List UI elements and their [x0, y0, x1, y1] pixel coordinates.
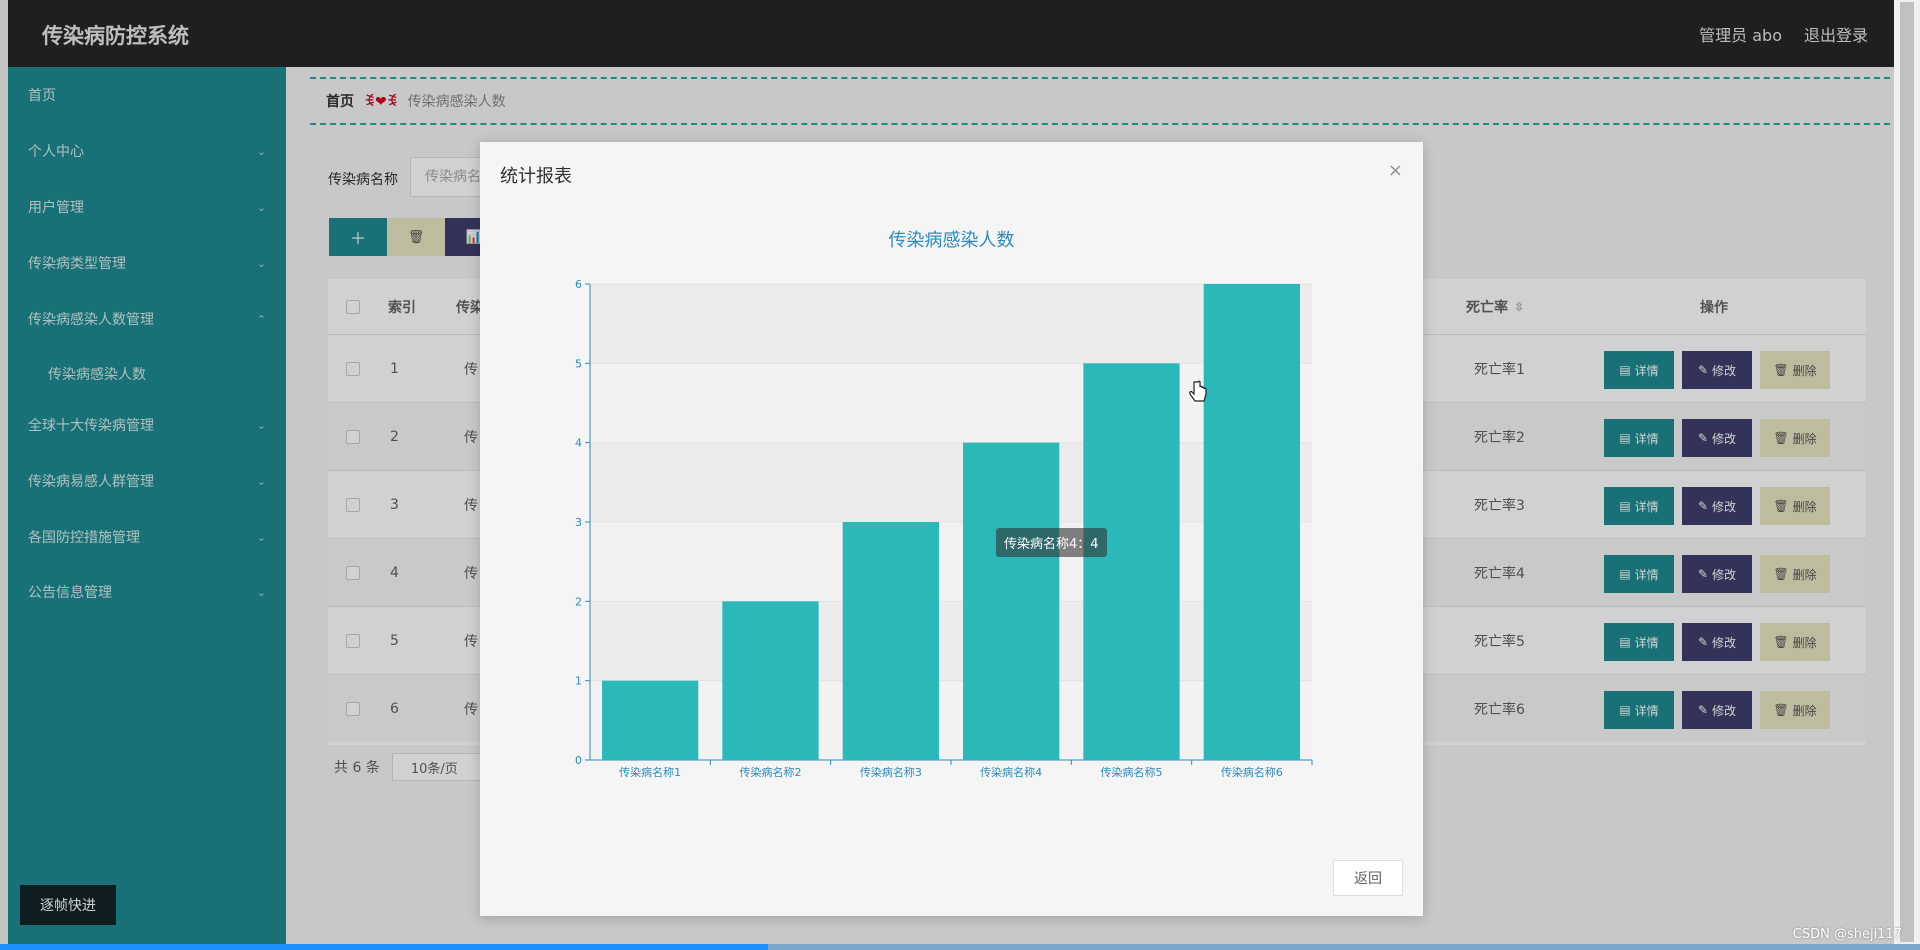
x-tick-label: 传染病名称5 — [1101, 765, 1163, 779]
scrollbar[interactable] — [1894, 0, 1920, 950]
progress-fill — [0, 944, 768, 950]
y-tick-label: 6 — [575, 278, 582, 291]
y-tick-label: 2 — [575, 595, 582, 608]
stats-dialog: 统计报表 × 传染病感染人数 0 1 2 3 4 5 6 传染病名称1 传染病名称2 传染病名称3… — [480, 142, 1423, 916]
grid-band — [590, 442, 1312, 522]
hand-cursor-icon — [1189, 380, 1207, 402]
chart-bar — [842, 522, 939, 760]
scrollbar-thumb[interactable] — [1900, 2, 1914, 942]
chart-bar — [722, 601, 819, 760]
y-tick-label: 3 — [575, 516, 582, 529]
chart-bar — [602, 680, 699, 760]
x-tick-label: 传染病名称1 — [619, 765, 681, 779]
chart-bar — [963, 442, 1060, 760]
y-tick-label: 1 — [575, 675, 582, 688]
bar-chart: 0 1 2 3 4 5 6 传染病名称1 传染病名称2 传染病名称3 传染病名称4 传染病名称5 传染病… — [575, 278, 1313, 779]
x-tick-label: 传染病名称3 — [860, 765, 922, 779]
y-tick-label: 0 — [575, 754, 582, 767]
x-tick-label: 传染病名称4 — [980, 765, 1042, 779]
x-tick-label: 传染病名称2 — [740, 765, 802, 779]
chart-tooltip: 传染病名称4：4 — [996, 528, 1107, 557]
chart-bar — [1083, 363, 1180, 760]
grid-band — [590, 601, 1312, 681]
grid-band — [590, 284, 1312, 364]
x-tick-label: 传染病名称6 — [1221, 765, 1283, 779]
watermark: CSDN @sheji117 — [1792, 927, 1902, 942]
progress-bar — [0, 944, 1920, 950]
back-button[interactable]: 返回 — [1333, 860, 1403, 896]
chart-bar — [1203, 284, 1300, 760]
y-tick-label: 5 — [575, 357, 582, 370]
y-tick-label: 4 — [575, 437, 582, 450]
grid-band — [590, 522, 1312, 602]
